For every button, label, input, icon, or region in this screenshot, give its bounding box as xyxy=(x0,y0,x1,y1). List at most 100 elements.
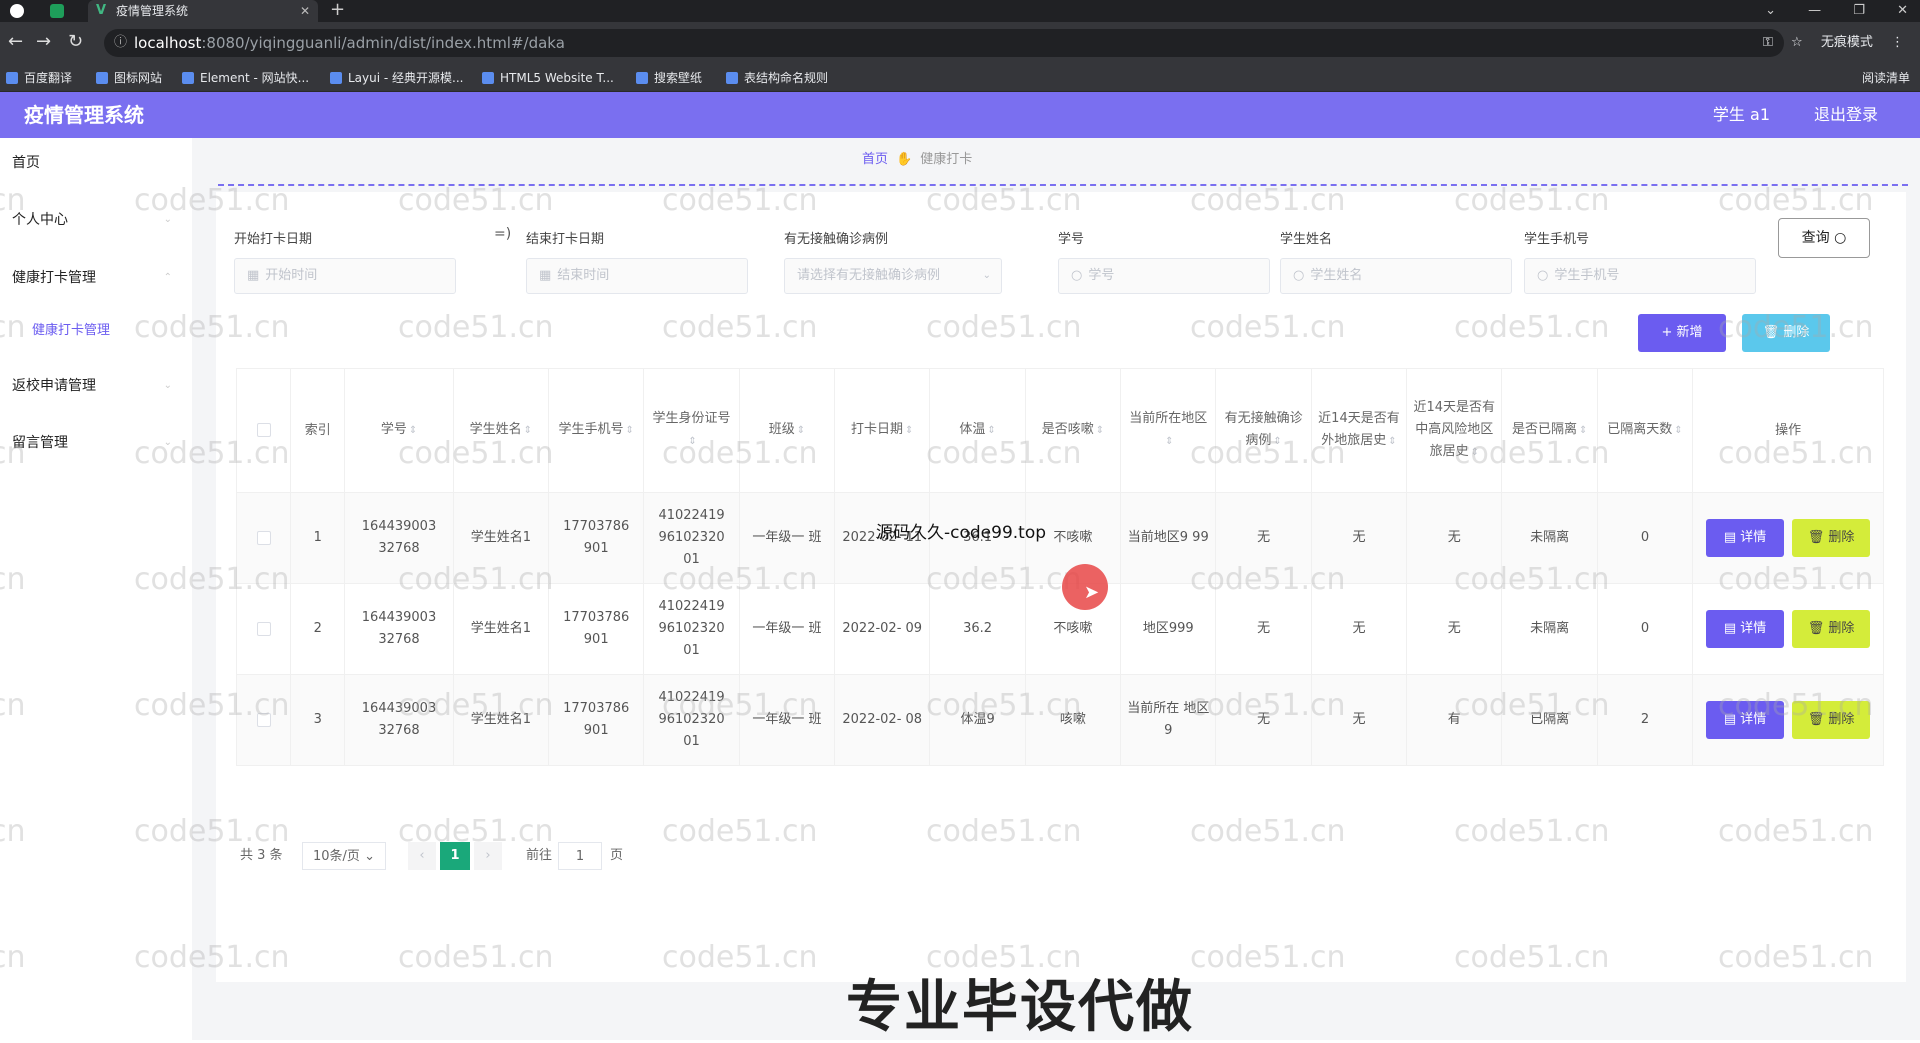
close-window-icon[interactable]: ✕ xyxy=(1897,3,1908,18)
sidebar-item-label: 返校申请管理 xyxy=(12,378,96,394)
reading-list[interactable]: 阅读清单 xyxy=(1862,64,1910,92)
column-header[interactable]: 打卡日期 ⇕ xyxy=(834,368,931,493)
site-info-icon[interactable]: ⓘ xyxy=(114,29,127,57)
column-header[interactable]: 近14天是否有中高风险地区旅居史 ⇕ xyxy=(1406,368,1503,493)
browser-tab[interactable]: V 疫情管理系统 ✕ xyxy=(88,0,318,22)
delete-button[interactable]: 🗑 删除 xyxy=(1792,701,1871,739)
tab-search-icon[interactable]: ⌄ xyxy=(1765,3,1776,18)
back-icon[interactable]: ← xyxy=(8,31,23,53)
url-input[interactable]: ⓘ localhost:8080/yiqingguanli/admin/dist… xyxy=(104,29,1784,57)
delete-label: 删除 xyxy=(1783,325,1810,340)
page-number[interactable]: 1 xyxy=(440,842,470,870)
detail-button[interactable]: ▤ 详情 xyxy=(1706,701,1785,739)
student-name-input[interactable]: ○ 学生姓名 xyxy=(1280,258,1512,294)
column-header[interactable]: 当前所在地区 ⇕ xyxy=(1120,368,1217,493)
sort-icon[interactable]: ⇕ xyxy=(688,436,696,447)
next-page-icon[interactable]: › xyxy=(474,842,502,870)
page-size-select[interactable]: 10条/页 ⌄ xyxy=(302,842,386,870)
detail-label: 详情 xyxy=(1740,712,1767,727)
start-date-input[interactable]: ▦ 开始时间 xyxy=(234,258,456,294)
sort-icon[interactable]: ⇕ xyxy=(524,425,532,436)
start-date-label: 开始打卡日期 xyxy=(234,232,313,247)
column-header[interactable]: 学生姓名 ⇕ xyxy=(452,368,550,493)
sort-icon[interactable]: ⇕ xyxy=(1165,436,1173,447)
close-tab-icon[interactable]: ✕ xyxy=(300,0,310,22)
student-no-input[interactable]: ○ 学号 xyxy=(1058,258,1270,294)
column-header[interactable]: 是否已隔离 ⇕ xyxy=(1501,368,1598,493)
restore-icon[interactable]: ❐ xyxy=(1853,3,1865,18)
column-header[interactable]: 学生手机号 ⇕ xyxy=(548,368,645,493)
bookmark-item[interactable]: Element - 网站快... xyxy=(182,64,309,92)
doc-icon: ▤ xyxy=(1723,621,1737,636)
sort-icon[interactable]: ⇕ xyxy=(1273,436,1281,447)
bookmark-item[interactable]: 搜索壁纸 xyxy=(636,64,702,92)
reload-icon[interactable]: ↻ xyxy=(68,31,83,53)
minimize-icon[interactable]: — xyxy=(1808,3,1821,18)
bookmark-item[interactable]: 表结构命名规则 xyxy=(726,64,828,92)
contact-select[interactable]: 请选择有无接触确诊病例 ⌄ xyxy=(784,258,1002,294)
delete-button[interactable]: 🗑 删除 xyxy=(1792,610,1871,648)
column-header[interactable]: 近14天是否有外地旅居史 ⇕ xyxy=(1310,368,1408,493)
add-button[interactable]: + 新增 xyxy=(1638,314,1726,352)
key-icon[interactable]: ⚿ xyxy=(1763,35,1773,50)
sort-icon[interactable]: ⇕ xyxy=(1674,425,1682,436)
forward-icon[interactable]: → xyxy=(36,31,51,53)
sort-icon[interactable]: ⇕ xyxy=(1096,425,1104,436)
search-icon: ○ xyxy=(1071,268,1083,283)
row-checkbox-cell[interactable] xyxy=(235,674,292,766)
table-cell-date: 2022-02- 09 xyxy=(834,583,931,675)
column-header[interactable]: 有无接触确诊病例 ⇕ xyxy=(1215,368,1312,493)
goto-page-input[interactable]: 1 xyxy=(558,842,602,870)
current-user[interactable]: 学生 a1 xyxy=(1713,92,1770,138)
delete-selected-button[interactable]: 🗑 删除 xyxy=(1742,314,1830,352)
checkbox[interactable] xyxy=(256,530,271,545)
delete-button[interactable]: 🗑 删除 xyxy=(1792,519,1871,557)
sidebar-item-messages[interactable]: 留言管理 ⌄ xyxy=(0,423,192,463)
sidebar-item-health-checkin[interactable]: 健康打卡管理 ⌃ xyxy=(0,258,192,298)
sort-icon[interactable]: ⇕ xyxy=(987,425,995,436)
logout-button[interactable]: 退出登录 xyxy=(1814,92,1878,138)
sort-icon[interactable]: ⇕ xyxy=(905,425,913,436)
column-header[interactable]: 班级 ⇕ xyxy=(738,368,836,493)
sidebar-item-personal[interactable]: 个人中心 ⌄ xyxy=(0,200,192,240)
menu-icon[interactable]: ⋮ xyxy=(1891,35,1904,50)
sidebar-subitem-health-checkin[interactable]: 健康打卡管理 xyxy=(0,311,192,351)
column-header[interactable]: 已隔离天数 ⇕ xyxy=(1596,368,1694,493)
checkbox[interactable] xyxy=(256,621,271,636)
sort-icon[interactable]: ⇕ xyxy=(797,425,805,436)
detail-button[interactable]: ▤ 详情 xyxy=(1706,610,1785,648)
table-cell-idcard: 41022419 96102320 01 xyxy=(643,674,740,766)
column-header[interactable]: 学号 ⇕ xyxy=(344,368,454,493)
sidebar-item-return-school[interactable]: 返校申请管理 ⌄ xyxy=(0,366,192,406)
breadcrumb-home[interactable]: 首页 xyxy=(862,152,888,167)
bookmark-star-icon[interactable]: ☆ xyxy=(1791,35,1803,50)
incognito-label[interactable]: 无痕模式 xyxy=(1821,35,1873,50)
row-checkbox-cell[interactable] xyxy=(235,583,292,675)
checkbox[interactable] xyxy=(256,423,271,437)
query-button[interactable]: 查询 ○ xyxy=(1778,218,1870,258)
sort-icon[interactable]: ⇕ xyxy=(1388,436,1396,447)
prev-page-icon[interactable]: ‹ xyxy=(408,842,436,870)
bookmark-item[interactable]: Layui - 经典开源模... xyxy=(330,64,463,92)
sidebar-item-home[interactable]: 首页 xyxy=(0,143,192,183)
row-checkbox-cell[interactable] xyxy=(235,492,292,584)
select-all-checkbox[interactable] xyxy=(235,368,292,493)
sort-icon[interactable]: ⇕ xyxy=(1471,447,1479,458)
column-header[interactable]: 是否咳嗽 ⇕ xyxy=(1024,368,1122,493)
bookmark-item[interactable]: HTML5 Website T... xyxy=(482,64,614,92)
end-date-input[interactable]: ▦ 结束时间 xyxy=(526,258,748,294)
detail-button[interactable]: ▤ 详情 xyxy=(1706,519,1785,557)
sort-icon[interactable]: ⇕ xyxy=(1579,425,1587,436)
column-header: 操作 xyxy=(1692,368,1884,493)
bookmark-item[interactable]: 图标网站 xyxy=(96,64,162,92)
sort-icon[interactable]: ⇕ xyxy=(409,425,417,436)
bookmark-item[interactable]: 百度翻译 xyxy=(6,64,72,92)
student-phone-input[interactable]: ○ 学生手机号 xyxy=(1524,258,1756,294)
sort-icon[interactable]: ⇕ xyxy=(626,425,634,436)
table-cell-idx: 1 xyxy=(290,492,346,584)
new-tab-icon[interactable]: + xyxy=(330,0,345,20)
table-cell-region: 地区999 xyxy=(1120,583,1217,675)
column-header[interactable]: 体温 ⇕ xyxy=(929,368,1026,493)
column-header[interactable]: 学生身份证号 ⇕ xyxy=(643,368,740,493)
checkbox[interactable] xyxy=(256,712,271,727)
